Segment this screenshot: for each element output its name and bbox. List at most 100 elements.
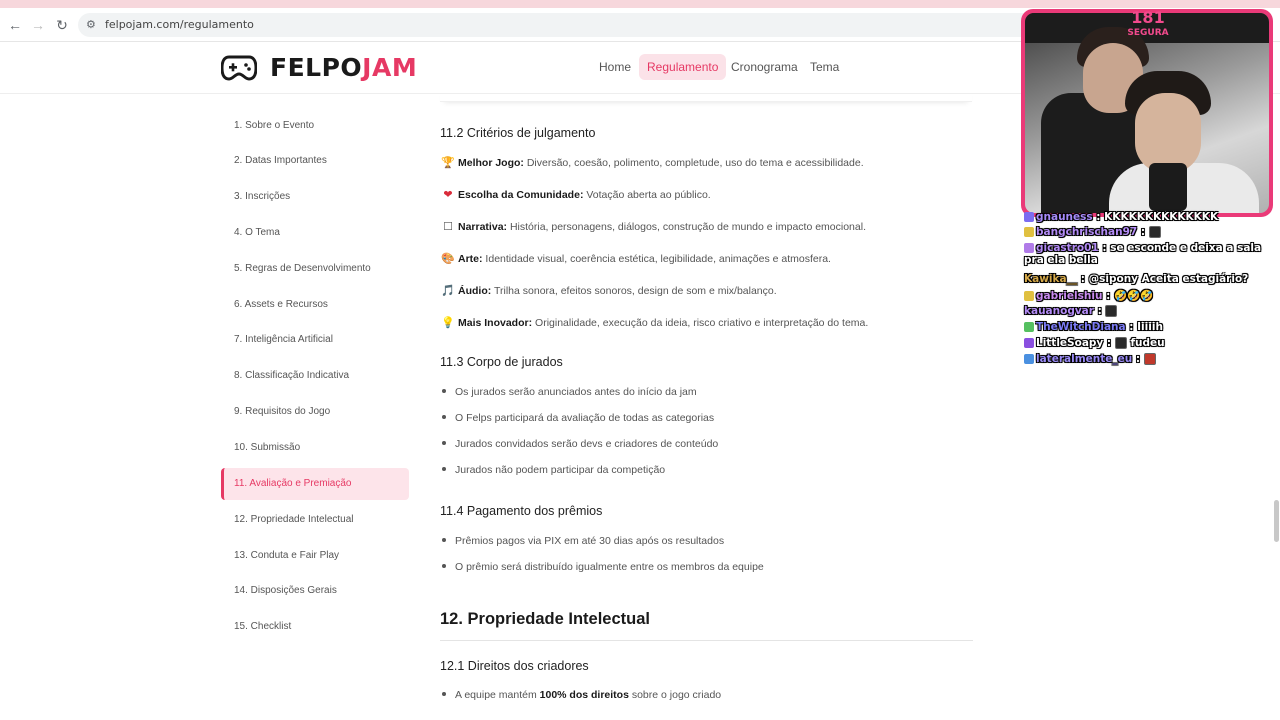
criteria-heading: 11.2 Critérios de julgamento: [440, 126, 596, 140]
sidebar-item-regras[interactable]: 5. Regras de Desenvolvimento: [221, 253, 409, 285]
payment-heading: 11.4 Pagamento dos prêmios: [440, 504, 603, 518]
bullet-dot: [442, 415, 446, 420]
webcam-feed: [1025, 13, 1269, 213]
sidebar-item-checklist[interactable]: 15. Checklist: [221, 611, 409, 643]
viewer-label: SEGURA: [1127, 28, 1169, 38]
criterion-label: Áudio:: [458, 285, 492, 297]
previous-card-edge: [440, 88, 972, 102]
sidebar-item-datas[interactable]: 2. Datas Importantes: [221, 145, 409, 177]
sidebar-item-avaliacao[interactable]: 11. Avaliação e Premiação: [221, 468, 409, 500]
sidebar-item-conduta[interactable]: 13. Conduta e Fair Play: [221, 540, 409, 572]
site-logo[interactable]: FELPOJAM: [270, 53, 417, 82]
list-item-text: O prêmio será distribuído igualmente ent…: [455, 561, 764, 573]
gamepad-logo-icon[interactable]: [221, 53, 257, 81]
chat-text: fudeu: [1130, 337, 1165, 349]
bullet-dot: [442, 441, 446, 446]
section-12-heading: 12. Propriedade Intelectual: [440, 610, 650, 628]
list-item: Os jurados serão anunciados antes do iní…: [442, 386, 697, 398]
reload-icon[interactable]: ↻: [53, 16, 71, 34]
nav-regulamento[interactable]: Regulamento: [639, 54, 727, 80]
chat-text: @sipony Aceita estagiário?: [1088, 273, 1249, 285]
criterion-text: Trilha sonora, efeitos sonoros, design d…: [491, 285, 777, 297]
person-figure: [1135, 93, 1201, 173]
chat-username: TheWitchDiana: [1036, 321, 1126, 333]
criterion-text: Identidade visual, coerência estética, l…: [482, 253, 831, 265]
list-item: Jurados convidados serão devs e criadore…: [442, 438, 718, 450]
chat-message: LittleSoapy : fudeu: [1024, 337, 1165, 349]
chat-username: gicastro01: [1036, 242, 1099, 254]
chat-message: gicastro01 : se esconde e deixa a sala p…: [1024, 242, 1262, 266]
chat-username: Kawika__: [1024, 273, 1078, 285]
trophy-icon: 🏆: [441, 157, 455, 169]
browser-top-strip: [0, 0, 1280, 8]
nav-home[interactable]: Home: [591, 54, 639, 80]
chat-badge-icon: [1024, 291, 1034, 301]
nav-tema[interactable]: Tema: [802, 54, 847, 80]
sidebar-item-classificacao[interactable]: 8. Classificação Indicativa: [221, 360, 409, 392]
bullet-dot: [442, 692, 446, 697]
sidebar-item-tema[interactable]: 4. O Tema: [221, 217, 409, 249]
sidebar-item-assets[interactable]: 6. Assets e Recursos: [221, 289, 409, 321]
sidebar-item-propriedade[interactable]: 12. Propriedade Intelectual: [221, 504, 409, 536]
sidebar-item-sobre[interactable]: 1. Sobre o Evento: [221, 110, 409, 142]
rights-heading: 12.1 Direitos dos criadores: [440, 659, 589, 673]
list-item: A equipe mantém 100% dos direitos sobre …: [442, 689, 721, 701]
chat-username: kauanogvar: [1024, 305, 1094, 317]
list-item-text: Os jurados serão anunciados antes do iní…: [455, 386, 697, 398]
criterion-label: Melhor Jogo:: [458, 157, 524, 169]
criterion-audio: 🎵 Áudio: Trilha sonora, efeitos sonoros, …: [441, 284, 777, 297]
sidebar-item-submissao[interactable]: 10. Submissão: [221, 432, 409, 464]
criterion-narrativa: ☐ Narrativa: História, personagens, diálo…: [441, 220, 866, 233]
chat-message: lateralmente_eu :: [1024, 353, 1156, 365]
emote-icon: [1105, 305, 1118, 317]
bullet-dot: [442, 467, 446, 472]
lightbulb-icon: 💡: [441, 317, 455, 329]
criterion-comunidade: ❤ Escolha da Comunidade: Votação aberta a…: [441, 188, 710, 201]
chat-message: bangchrischan97 :: [1024, 226, 1161, 238]
chat-message: kauanogvar :: [1024, 305, 1118, 317]
criterion-text: Diversão, coesão, polimento, completude,…: [523, 157, 864, 169]
webcam-overlay: [1021, 9, 1273, 217]
sidebar-item-inscricoes[interactable]: 3. Inscrições: [221, 181, 409, 213]
sidebar-item-disposicoes[interactable]: 14. Disposições Gerais: [221, 575, 409, 607]
criterion-arte: 🎨 Arte: Identidade visual, coerência esté…: [441, 252, 831, 265]
emote-icon: [1143, 353, 1156, 365]
criterion-label: Arte:: [458, 253, 483, 265]
logo-jam: JAM: [362, 53, 418, 82]
list-item: O prêmio será distribuído igualmente ent…: [442, 561, 764, 573]
book-icon: ☐: [443, 221, 453, 233]
forward-arrow-icon[interactable]: →: [29, 16, 47, 34]
rights-prefix: A equipe mantém: [455, 689, 540, 701]
criterion-melhor-jogo: 🏆 Melhor Jogo: Diversão, coesão, poliment…: [441, 156, 864, 169]
url-text[interactable]: felpojam.com/regulamento: [105, 18, 254, 31]
list-item-text: Jurados convidados serão devs e criadore…: [455, 438, 719, 450]
nav-cronograma[interactable]: Cronograma: [723, 54, 806, 80]
criterion-label: Narrativa:: [458, 221, 508, 233]
site-settings-icon[interactable]: ⚙: [86, 18, 100, 32]
microphone-icon: [1149, 163, 1187, 211]
criterion-inovador: 💡 Mais Inovador: Originalidade, execução …: [441, 316, 868, 329]
chat-message: gabrielshiu : 🤣🤣🤣: [1024, 289, 1153, 302]
palette-icon: 🎨: [441, 253, 455, 265]
list-item-text: Jurados não podem participar da competiç…: [455, 464, 666, 476]
viewer-count: 181: [1131, 8, 1165, 27]
chat-username: gnauness: [1036, 211, 1093, 223]
sidebar-item-ia[interactable]: 7. Inteligência Artificial: [221, 324, 409, 356]
page-scrollbar[interactable]: [1274, 500, 1279, 542]
heart-icon: ❤: [443, 189, 453, 201]
sidebar-item-requisitos[interactable]: 9. Requisitos do Jogo: [221, 396, 409, 428]
rights-suffix: sobre o jogo criado: [628, 689, 722, 701]
criterion-label: Mais Inovador:: [458, 317, 533, 329]
list-item-text: Prêmios pagos via PIX em até 30 dias apó…: [455, 535, 725, 547]
logo-felpo: FELPO: [270, 53, 363, 82]
criterion-text: História, personagens, diálogos, constru…: [507, 221, 866, 233]
emote-icon: [1114, 337, 1127, 349]
list-item: O Felps participará da avaliação de toda…: [442, 412, 714, 424]
chat-username: lateralmente_eu: [1036, 353, 1133, 365]
rights-bold: 100% dos direitos: [539, 689, 629, 701]
chat-text: 🤣🤣🤣: [1113, 290, 1154, 302]
section-divider: [440, 640, 973, 641]
bullet-dot: [442, 564, 446, 569]
address-bar[interactable]: ⚙ felpojam.com/regulamento: [78, 13, 1038, 37]
back-arrow-icon[interactable]: ←: [6, 16, 24, 34]
